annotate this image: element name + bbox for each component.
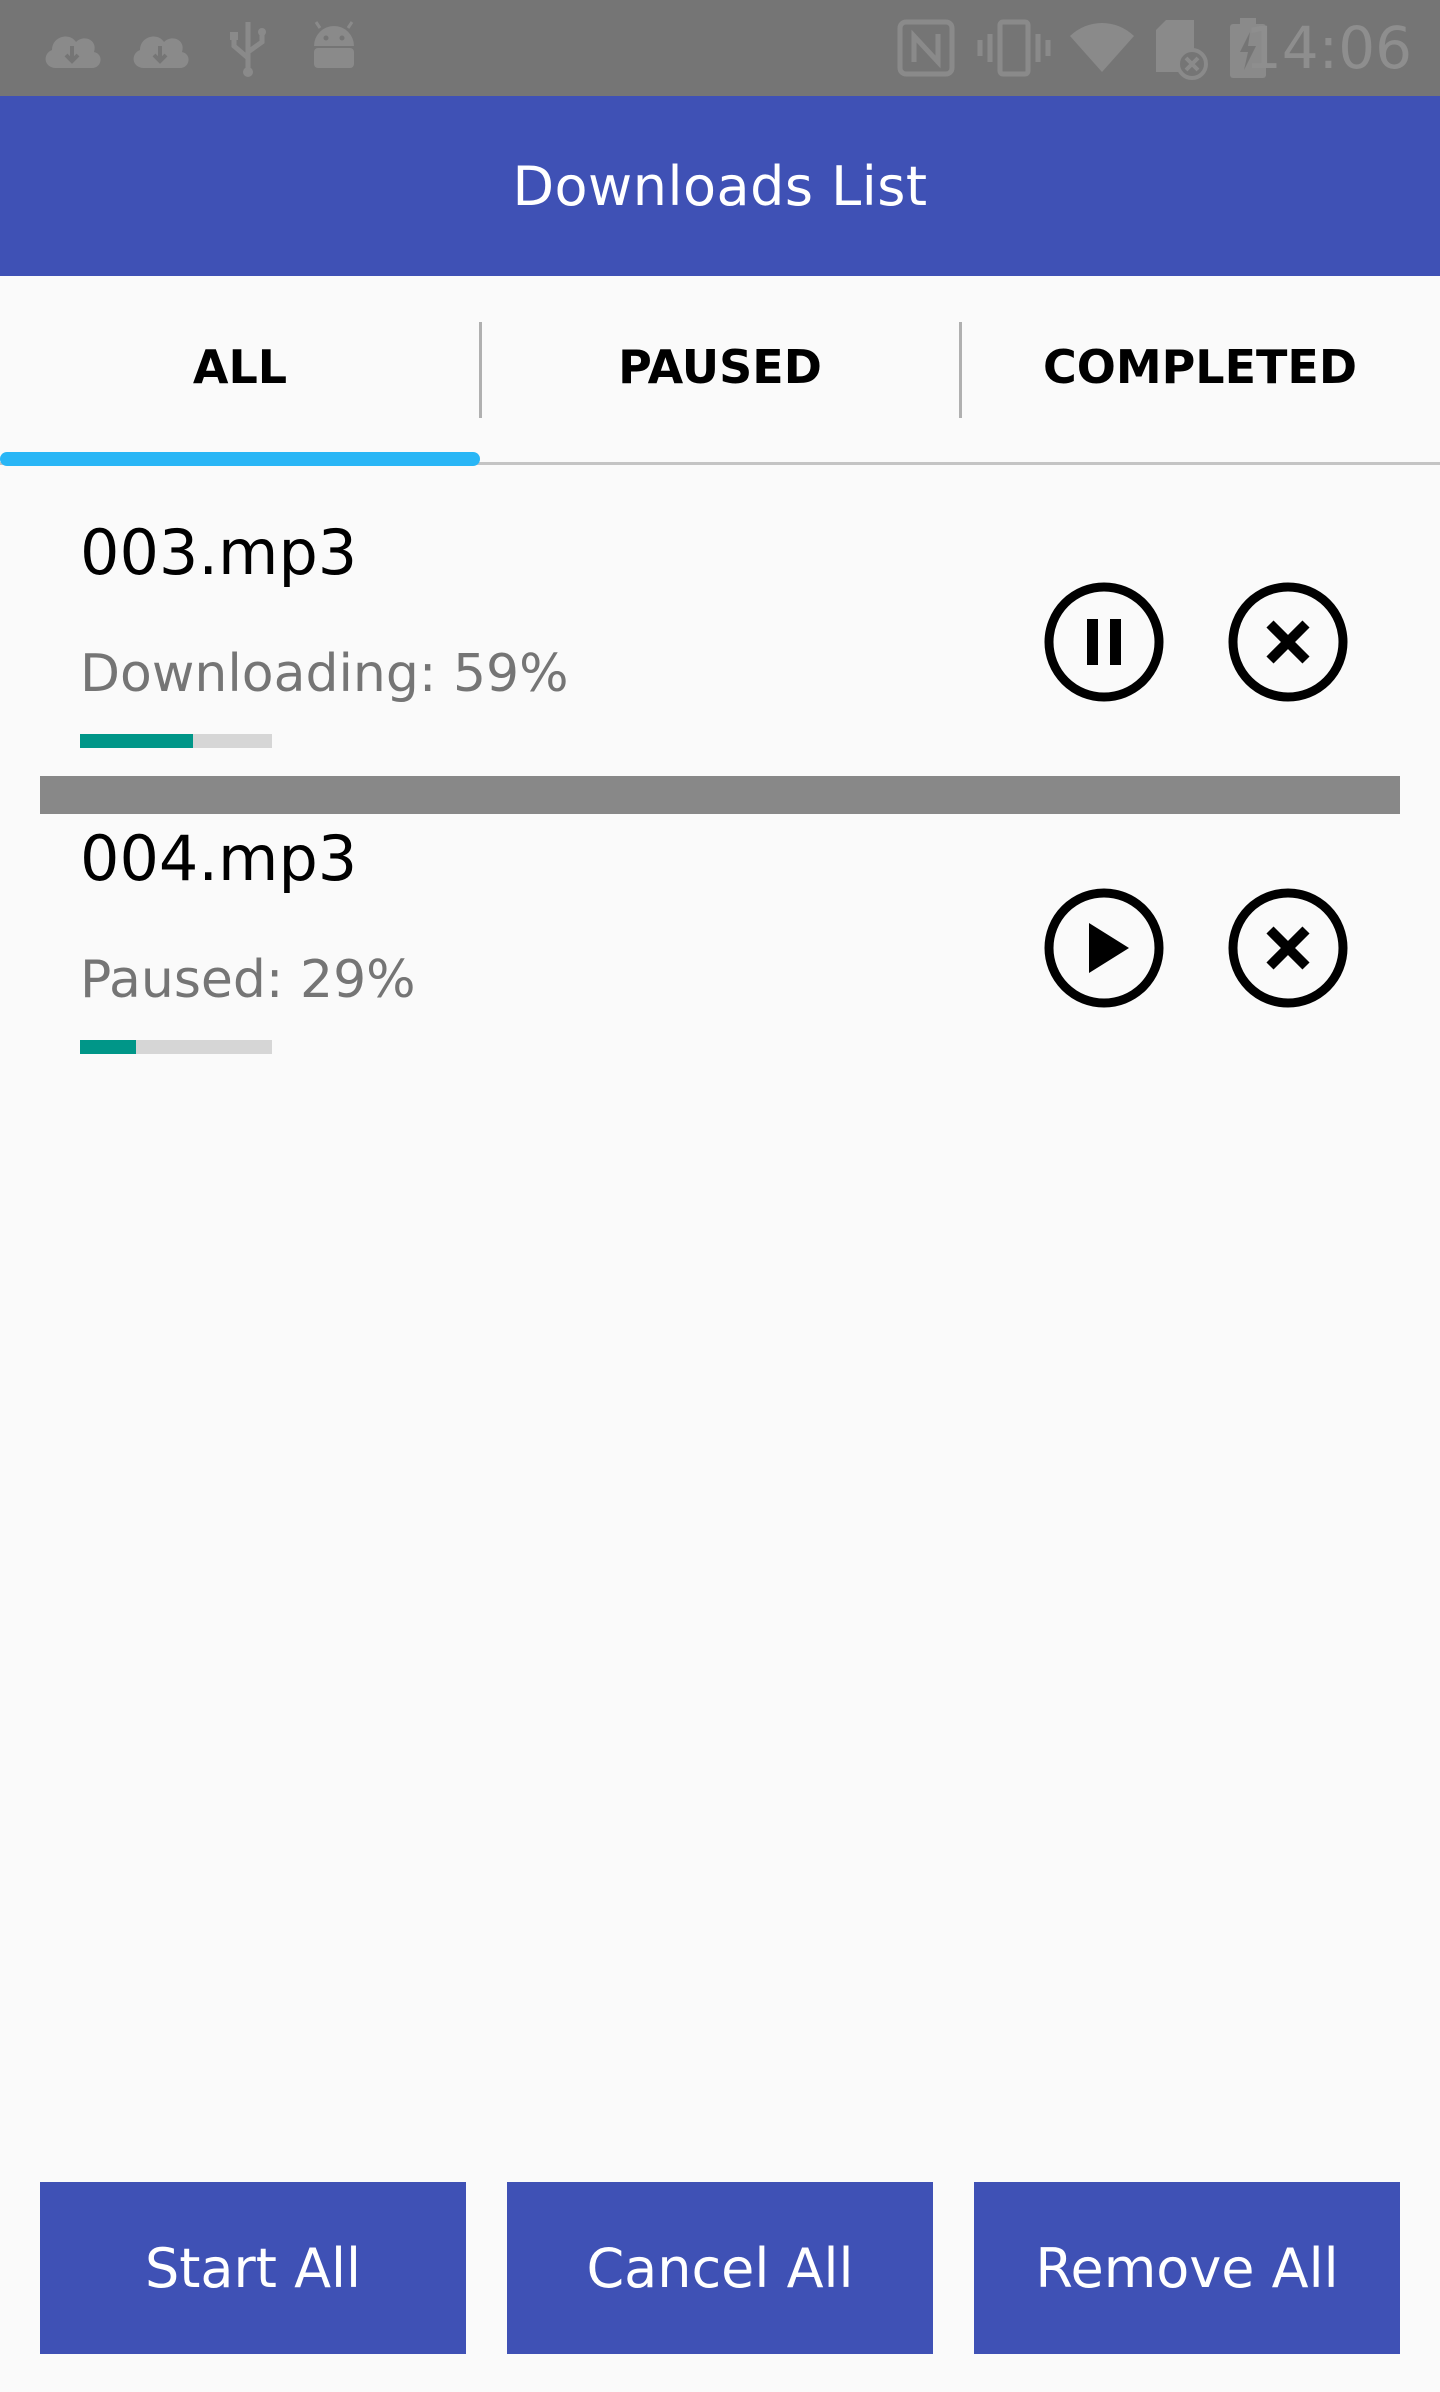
download-status: Paused: 29% (80, 950, 416, 1010)
list-item: 004.mp3 Paused: 29% (0, 802, 1440, 1092)
page-title: Downloads List (512, 154, 928, 218)
status-time: 14:06 (1244, 14, 1412, 82)
tab-label: ALL (192, 340, 288, 394)
app-bar: Downloads List (0, 96, 1440, 276)
tab-bar: ALL PAUSED COMPLETED (0, 276, 1440, 466)
play-icon (1044, 888, 1164, 1008)
usb-icon (226, 16, 270, 80)
cancel-button[interactable] (1227, 581, 1349, 703)
vibrate-icon (976, 16, 1052, 80)
tab-paused[interactable]: PAUSED (480, 276, 960, 466)
tab-label: PAUSED (618, 340, 822, 394)
tab-indicator (0, 452, 480, 466)
cloud-download-icon (128, 16, 192, 80)
file-name: 004.mp3 (80, 822, 358, 895)
cancel-icon (1228, 888, 1348, 1008)
tab-all[interactable]: ALL (0, 276, 480, 466)
progress-bar (80, 734, 272, 748)
status-bar: 14:06 (0, 0, 1440, 96)
progress-fill (80, 734, 194, 748)
tab-completed[interactable]: COMPLETED (960, 276, 1440, 466)
sd-card-icon (1152, 16, 1208, 80)
tab-label: COMPLETED (1042, 340, 1358, 394)
nfc-icon (896, 16, 956, 80)
download-status: Downloading: 59% (80, 644, 569, 704)
cancel-all-button[interactable]: Cancel All (507, 2182, 933, 2354)
cancel-button[interactable] (1227, 887, 1349, 1009)
resume-button[interactable] (1043, 887, 1165, 1009)
cancel-icon (1228, 582, 1348, 702)
pause-icon (1044, 582, 1164, 702)
progress-fill (80, 1040, 136, 1054)
android-icon (306, 16, 362, 80)
remove-all-button[interactable]: Remove All (974, 2182, 1400, 2354)
start-all-button[interactable]: Start All (40, 2182, 466, 2354)
progress-bar (80, 1040, 272, 1054)
file-name: 003.mp3 (80, 516, 358, 589)
list-item: 003.mp3 Downloading: 59% (0, 496, 1440, 786)
wifi-icon (1068, 16, 1136, 80)
cloud-download-icon (40, 16, 104, 80)
pause-button[interactable] (1043, 581, 1165, 703)
